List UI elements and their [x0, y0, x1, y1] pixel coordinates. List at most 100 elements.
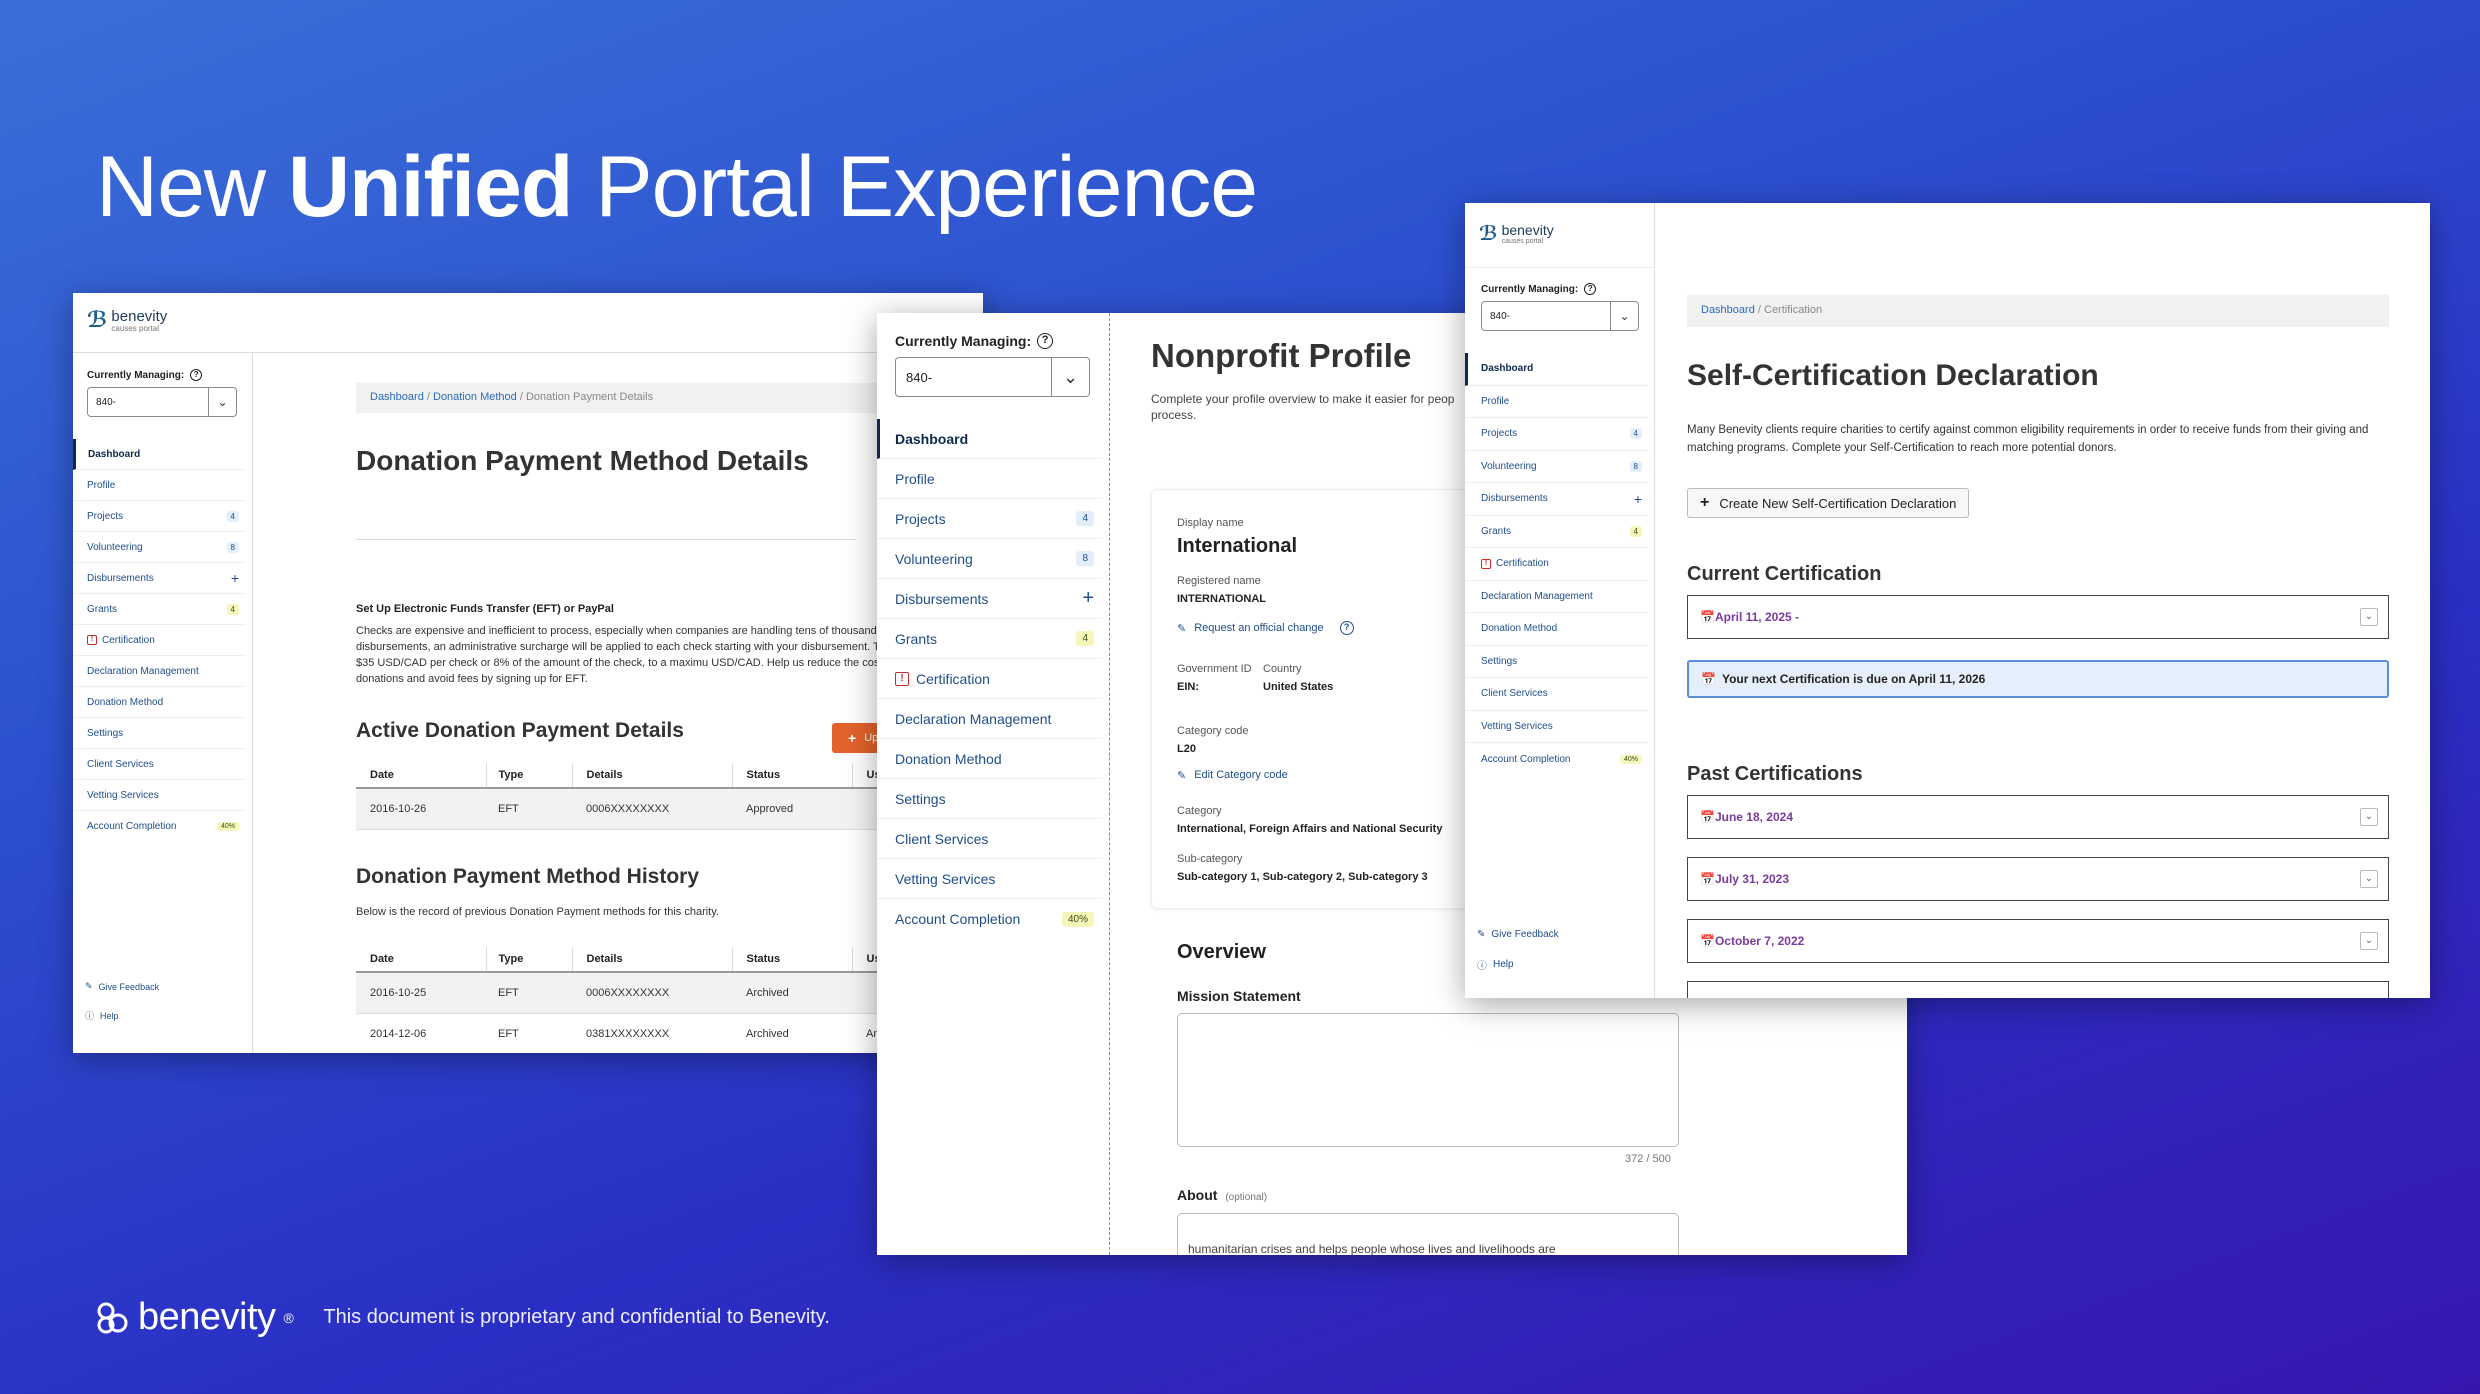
sidebar-item-grants[interactable]: Grants 4 [877, 619, 1102, 659]
past-cert-date: 📅October 7, 2022 [1700, 934, 1804, 948]
logo-text: benevity [1501, 222, 1554, 238]
sidebar-item-label: Settings [1481, 655, 1518, 667]
cell-details: 0006XXXXXXXX [572, 788, 732, 830]
current-cert-accordion[interactable]: 📅April 11, 2025 - ⌄ [1687, 595, 2389, 639]
sidebar-item-dashboard[interactable]: Dashboard [877, 419, 1102, 459]
sidebar-item-dashboard[interactable]: Dashboard [1465, 353, 1648, 386]
sidebar-item-disbursements[interactable]: Disbursements + [1465, 483, 1648, 516]
mission-label: Mission Statement [1177, 988, 1301, 1004]
logo-text: benevity [111, 307, 168, 325]
sidebar-nav: Dashboard Profile Projects 4 Volunteering… [1465, 353, 1648, 776]
breadcrumb-donation-method[interactable]: Donation Method [433, 391, 517, 403]
sidebar-item-certification[interactable]: ! Certification [1465, 548, 1648, 581]
past-cert-accordion[interactable]: 📅July 31, 2023 ⌄ [1687, 857, 2389, 901]
help-link[interactable]: ⓘ Help [85, 1009, 119, 1022]
sidebar-item-projects[interactable]: Projects 4 [877, 499, 1102, 539]
sidebar-item-projects[interactable]: Projects 4 [1465, 418, 1648, 451]
sidebar-item-client-services[interactable]: Client Services [877, 819, 1102, 859]
help-question-icon[interactable]: ? [1584, 283, 1597, 295]
sidebar-item-volunteering[interactable]: Volunteering 8 [1465, 451, 1648, 483]
currently-managing-text: Currently Managing: [895, 333, 1032, 349]
sidebar-item-settings[interactable]: Settings [877, 779, 1102, 819]
sidebar-item-donation-method[interactable]: Donation Method [73, 687, 245, 718]
sidebar-item-grants[interactable]: Grants 4 [73, 594, 245, 625]
gov-id-value: EIN: [1177, 681, 1199, 693]
chevron-down-icon[interactable]: ⌄ [2360, 870, 2378, 888]
request-change-link[interactable]: ✎ Request an official change ? [1177, 621, 1354, 635]
sidebar-item-profile[interactable]: Profile [73, 470, 245, 501]
sidebar-item-dashboard[interactable]: Dashboard [73, 439, 245, 470]
count-badge: 8 [226, 541, 239, 553]
past-cert-accordion[interactable]: 📅June 18, 2024 ⌄ [1687, 795, 2389, 839]
sidebar-item-account-completion[interactable]: Account Completion 40% [1465, 743, 1648, 776]
help-link[interactable]: ⓘ Help [1477, 957, 1514, 972]
title-part-unified: Unified [287, 139, 573, 235]
column-header: Status [732, 763, 853, 789]
chevron-down-icon[interactable]: ⌄ [2360, 808, 2378, 826]
managing-select[interactable]: 840- ⌄ [895, 357, 1090, 397]
sidebar-item-volunteering[interactable]: Volunteering 8 [877, 539, 1102, 579]
sidebar-item-grants[interactable]: Grants 4 [1465, 516, 1648, 548]
sidebar-item-disbursements[interactable]: Disbursements + [877, 579, 1102, 619]
sidebar-item-volunteering[interactable]: Volunteering 8 [73, 532, 245, 563]
managing-select[interactable]: 840- ⌄ [87, 387, 237, 417]
sidebar-item-account-completion[interactable]: Account Completion 40% [73, 811, 245, 842]
breadcrumb-dashboard[interactable]: Dashboard [370, 391, 424, 403]
sidebar-item-client-services[interactable]: Client Services [1465, 678, 1648, 711]
count-badge: 4 [226, 603, 239, 615]
confidentiality-notice: This document is proprietary and confide… [323, 1306, 830, 1328]
sidebar-item-account-completion[interactable]: Account Completion 40% [877, 899, 1102, 939]
sidebar-item-profile[interactable]: Profile [1465, 386, 1648, 418]
sidebar-item-disbursements[interactable]: Disbursements + [73, 563, 245, 594]
sidebar-item-projects[interactable]: Projects 4 [73, 501, 245, 532]
main-content: Dashboard / Certification Self-Certifica… [1656, 203, 2430, 998]
column-header: Status [732, 947, 853, 973]
sidebar-item-label: Donation Method [895, 750, 1002, 767]
sidebar-item-profile[interactable]: Profile [877, 459, 1102, 499]
sidebar-item-settings[interactable]: Settings [73, 718, 245, 749]
sidebar-item-donation-method[interactable]: Donation Method [1465, 613, 1648, 646]
sidebar-item-certification[interactable]: ! Certification [877, 659, 1102, 699]
current-cert-heading: Current Certification [1687, 563, 1882, 585]
sidebar-item-settings[interactable]: Settings [1465, 646, 1648, 678]
sidebar-item-declaration-management[interactable]: Declaration Management [877, 699, 1102, 739]
edit-icon: ✎ [1177, 770, 1187, 782]
sidebar-item-client-services[interactable]: Client Services [73, 749, 245, 780]
plus-icon[interactable]: + [231, 570, 239, 586]
benevity-logo[interactable]: ℬ benevity causes portal [87, 307, 167, 333]
edit-category-link[interactable]: ✎ Edit Category code [1177, 769, 1288, 782]
sidebar-item-declaration-management[interactable]: Declaration Management [73, 656, 245, 687]
sidebar-item-vetting-services[interactable]: Vetting Services [1465, 711, 1648, 743]
currently-managing-text: Currently Managing: [1481, 283, 1579, 295]
about-textarea[interactable]: humanitarian crises and helps people who… [1177, 1213, 1679, 1255]
sidebar-item-declaration-management[interactable]: Declaration Management [1465, 581, 1648, 613]
sidebar-item-certification[interactable]: ! Certification [73, 625, 245, 656]
sidebar-nav: Dashboard Profile Projects 4 Volunteering… [877, 419, 1102, 939]
help-question-icon[interactable]: ? [190, 369, 203, 381]
plus-icon[interactable]: + [1634, 491, 1642, 507]
breadcrumb-separator: / [423, 391, 433, 403]
sidebar-item-label: Projects [895, 510, 946, 527]
mission-textarea[interactable] [1177, 1013, 1679, 1147]
benevity-logo[interactable]: ℬ benevity causes portal [1479, 221, 1554, 246]
help-question-icon[interactable]: ? [1339, 621, 1354, 635]
create-button-label: Create New Self-Certification Declaratio… [1719, 495, 1957, 511]
past-cert-accordion-partial[interactable] [1687, 981, 2389, 998]
past-cert-date-text: July 31, 2023 [1714, 872, 1790, 886]
chevron-down-icon[interactable]: ⌄ [2360, 608, 2378, 626]
past-cert-accordion[interactable]: 📅October 7, 2022 ⌄ [1687, 919, 2389, 963]
create-declaration-button[interactable]: + Create New Self-Certification Declarat… [1687, 488, 1970, 518]
sidebar-item-donation-method[interactable]: Donation Method [877, 739, 1102, 779]
managing-select[interactable]: 840- ⌄ [1481, 301, 1639, 331]
sidebar-item-label: Profile [895, 470, 935, 487]
give-feedback-link[interactable]: ✎ Give Feedback [85, 981, 159, 992]
sidebar-item-label: Volunteering [87, 541, 143, 553]
breadcrumb-dashboard[interactable]: Dashboard [1701, 304, 1755, 316]
chevron-down-icon[interactable]: ⌄ [2360, 932, 2378, 950]
count-badge: 8 [1076, 551, 1094, 566]
plus-icon[interactable]: + [1082, 587, 1094, 610]
give-feedback-link[interactable]: ✎ Give Feedback [1477, 929, 1559, 940]
sidebar-item-vetting-services[interactable]: Vetting Services [877, 859, 1102, 899]
help-question-icon[interactable]: ? [1037, 333, 1054, 349]
sidebar-item-vetting-services[interactable]: Vetting Services [73, 780, 245, 811]
